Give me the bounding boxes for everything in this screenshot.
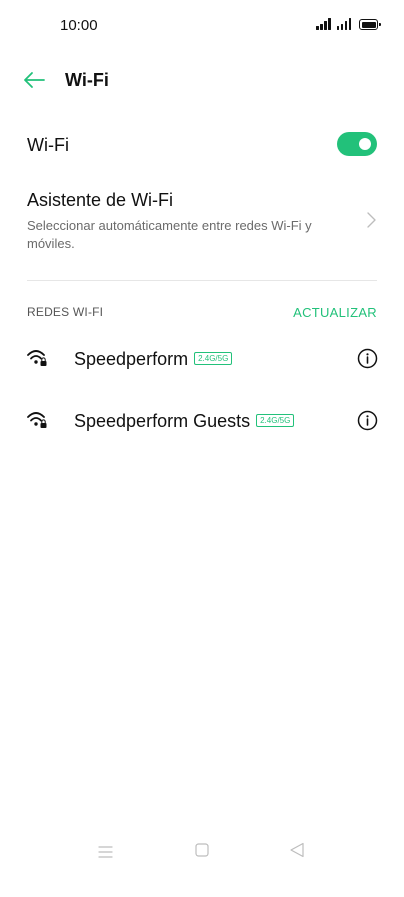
status-icons: [316, 18, 381, 30]
wifi-assistant-row[interactable]: Asistente de Wi-Fi Seleccionar automátic…: [0, 186, 404, 266]
battery-icon: [359, 19, 381, 30]
network-name-row: Speedperform 2.4G/5G: [74, 349, 233, 370]
wifi-toggle[interactable]: [337, 132, 377, 156]
back-triangle-icon[interactable]: [289, 842, 305, 858]
wifi-lock-icon: [26, 410, 48, 430]
band-badge: 2.4G/5G: [194, 351, 233, 365]
wifi-settings-screen: 10:00 Wi-Fi Wi-Fi Asistente de Wi-Fi Sel…: [0, 0, 404, 897]
refresh-button[interactable]: ACTUALIZAR: [293, 305, 377, 320]
wifi-label: Wi-Fi: [27, 135, 69, 155]
network-item[interactable]: Speedperform Guests 2.4G/5G: [0, 396, 404, 458]
network-name: Speedperform: [74, 349, 189, 369]
divider: [27, 280, 377, 281]
toggle-knob: [359, 138, 371, 150]
band-badge: 2.4G/5G: [256, 413, 295, 427]
assistant-title: Asistente de Wi-Fi: [27, 190, 174, 210]
assistant-subtitle: Seleccionar automáticamente entre redes …: [27, 218, 312, 251]
chevron-right-icon: [366, 210, 378, 230]
signal-icon-2: [336, 18, 351, 30]
back-arrow-icon[interactable]: [20, 68, 48, 92]
status-bar: 10:00: [0, 0, 404, 50]
wifi-lock-icon: [26, 348, 48, 368]
info-icon[interactable]: [357, 410, 378, 431]
page-title: Wi-Fi: [65, 70, 109, 90]
network-list: Speedperform 2.4G/5G Speedperform Guests…: [0, 334, 404, 458]
section-label: REDES WI-FI: [27, 305, 104, 319]
header: Wi-Fi: [0, 58, 404, 102]
navigation-bar: [0, 837, 404, 897]
status-time: 10:00: [60, 17, 98, 34]
signal-icon: [316, 18, 331, 30]
network-name: Speedperform Guests: [74, 411, 251, 431]
home-icon[interactable]: [195, 843, 209, 857]
network-name-row: Speedperform Guests 2.4G/5G: [74, 411, 295, 432]
wifi-toggle-row[interactable]: Wi-Fi: [0, 124, 404, 166]
network-item[interactable]: Speedperform 2.4G/5G: [0, 334, 404, 396]
info-icon[interactable]: [357, 348, 378, 369]
menu-icon[interactable]: [98, 845, 113, 859]
